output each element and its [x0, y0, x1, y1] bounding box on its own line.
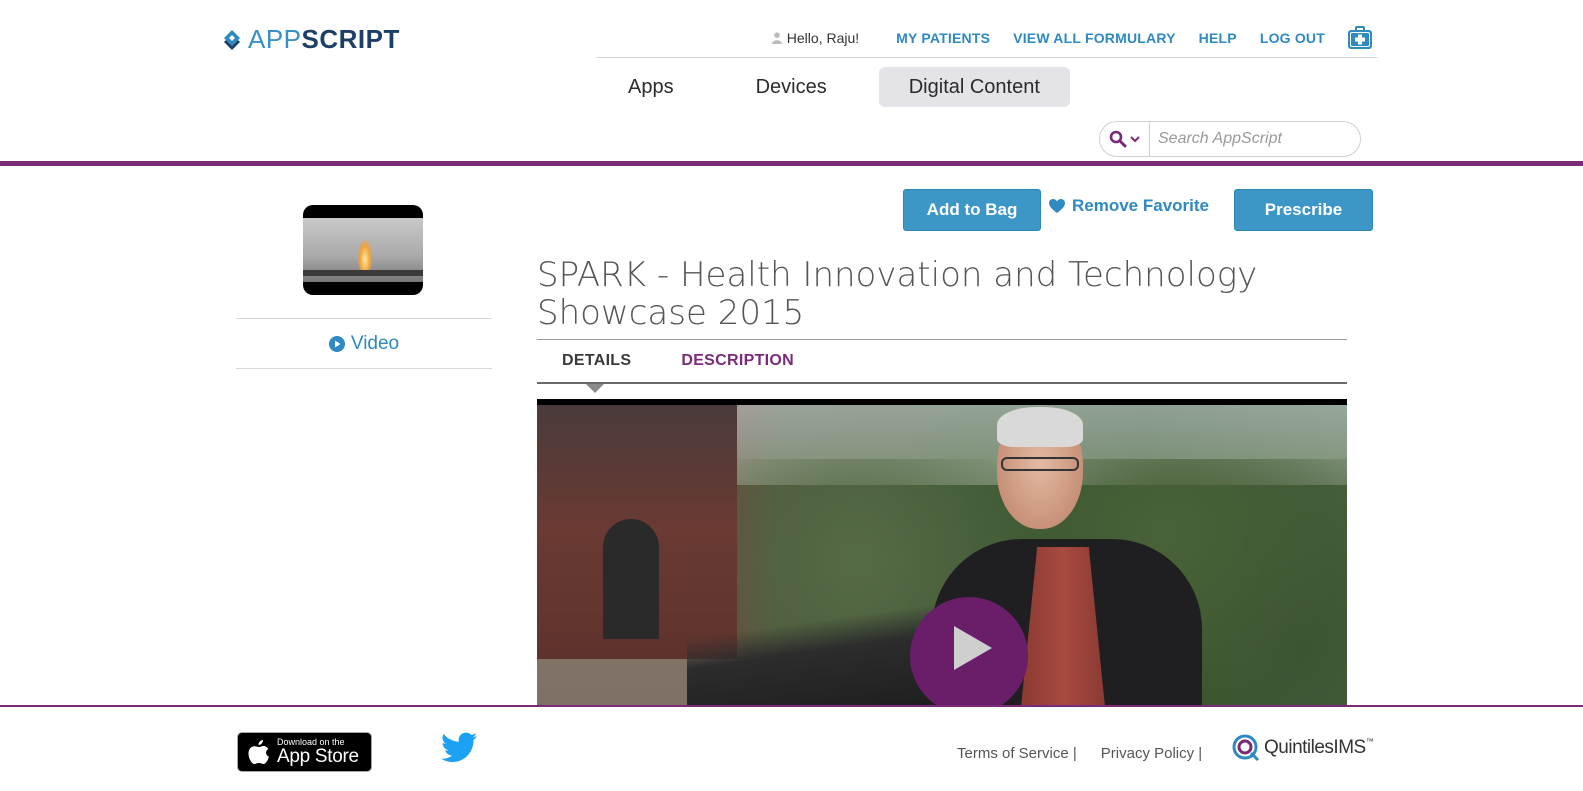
tab-devices[interactable]: Devices — [726, 67, 857, 107]
greeting-text: Hello, Raju! — [786, 29, 860, 46]
view-all-formulary-link[interactable]: VIEW ALL FORMULARY — [1013, 30, 1176, 46]
media-type-link[interactable]: Video — [236, 318, 492, 369]
footer: Download on the App Store Terms of Servi… — [0, 705, 1583, 791]
app-store-badge[interactable]: Download on the App Store — [237, 732, 372, 772]
prescribe-button[interactable]: Prescribe — [1234, 189, 1373, 231]
video-label: Video — [350, 332, 400, 354]
chevron-down-icon — [1130, 136, 1140, 143]
medical-bag-icon[interactable] — [1347, 25, 1373, 50]
footer-links: Terms of Service | Privacy Policy | — [957, 745, 1226, 762]
top-nav: Hello, Raju! MY PATIENTS VIEW ALL FORMUL… — [597, 18, 1377, 58]
log-out-link[interactable]: LOG OUT — [1260, 30, 1325, 46]
privacy-policy-link[interactable]: Privacy Policy | — [1101, 745, 1202, 762]
remove-favorite-label: Remove Favorite — [1072, 196, 1209, 215]
page: APPSCRIPT Hello, Raju! MY PATIENTS VIEW … — [0, 0, 1583, 791]
user-icon — [771, 31, 782, 44]
quintiles-text: QuintilesIMS™ — [1264, 737, 1374, 759]
terms-of-service-link[interactable]: Terms of Service | — [957, 745, 1077, 762]
quintiles-logo-icon — [1232, 734, 1260, 762]
partner-trademark: ™ — [1365, 737, 1374, 746]
tab-apps[interactable]: Apps — [598, 67, 704, 107]
search-icon — [1109, 130, 1127, 148]
tab-description[interactable]: DESCRIPTION — [656, 352, 819, 370]
video-player[interactable] — [537, 399, 1347, 712]
thumbnail-image — [303, 218, 423, 282]
tab-digital-content[interactable]: Digital Content — [878, 67, 1070, 107]
partner-name: QuintilesIMS — [1264, 737, 1366, 758]
video-person-hair — [997, 407, 1083, 447]
search-scope-button[interactable] — [1100, 122, 1150, 156]
my-patients-link[interactable]: MY PATIENTS — [896, 30, 990, 46]
video-arch — [603, 519, 659, 639]
thumbnail-flame — [358, 240, 372, 272]
search-box — [1099, 121, 1361, 157]
play-icon — [954, 626, 992, 670]
video-play-button[interactable] — [910, 597, 1028, 712]
video-person-glasses — [1001, 457, 1079, 471]
heart-icon — [1049, 199, 1065, 213]
user-greeting: Hello, Raju! — [771, 29, 860, 46]
logo-diamond-icon — [224, 29, 240, 50]
detail-tabs: DETAILS DESCRIPTION — [537, 339, 1347, 384]
remove-favorite-button[interactable]: Remove Favorite — [1048, 196, 1209, 216]
logo-script: SCRIPT — [301, 24, 400, 54]
search-input[interactable] — [1150, 130, 1350, 148]
active-tab-caret — [586, 384, 604, 393]
tab-details[interactable]: DETAILS — [537, 352, 656, 370]
logo-app: APP — [248, 24, 302, 54]
app-store-big: App Store — [277, 746, 359, 767]
quintilesims-logo[interactable]: QuintilesIMS™ — [1232, 734, 1374, 762]
add-to-bag-button[interactable]: Add to Bag — [903, 189, 1041, 231]
thumbnail-ledge — [303, 270, 423, 276]
page-title: SPARK - Health Innovation and Technology… — [537, 255, 1258, 333]
app-store-text: Download on the App Store — [277, 738, 359, 767]
apple-icon — [248, 740, 269, 764]
help-link[interactable]: HELP — [1199, 30, 1237, 46]
content-thumbnail[interactable] — [303, 205, 423, 295]
play-circle-icon — [328, 335, 345, 352]
header-divider — [0, 161, 1583, 166]
main-nav: Apps Devices Digital Content — [598, 67, 1092, 107]
appscript-logo[interactable]: APPSCRIPT — [220, 24, 400, 55]
logo-text: APPSCRIPT — [248, 24, 400, 55]
twitter-icon[interactable] — [440, 732, 478, 764]
